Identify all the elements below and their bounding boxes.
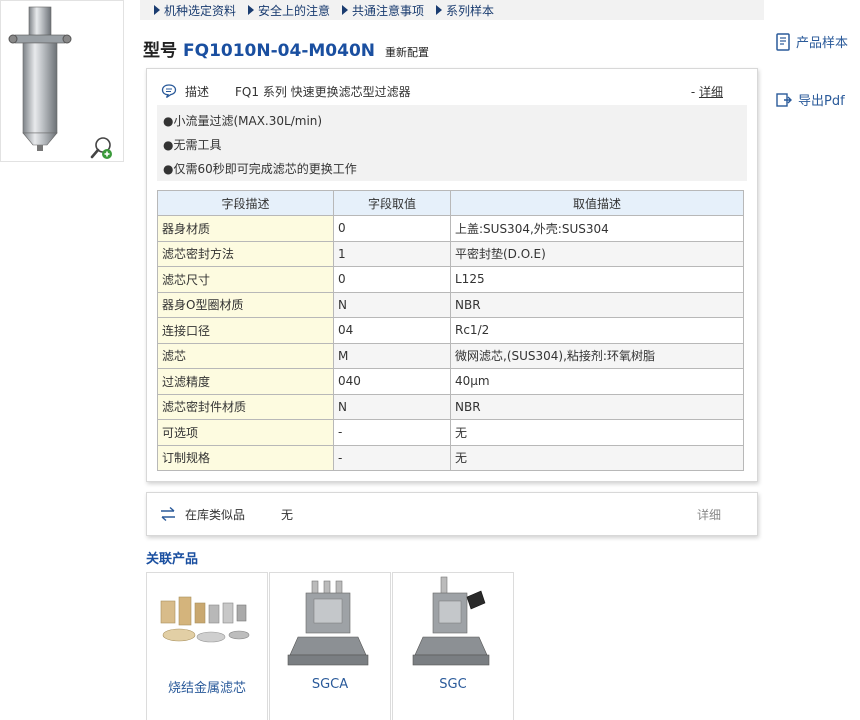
triangle-right-icon: [248, 5, 255, 15]
triangle-right-icon: [342, 5, 349, 15]
description-header: 描述 FQ1 系列 快速更换滤芯型过滤器 - 详细: [161, 81, 743, 101]
table-row: 器身材质 0 上盖:SUS304,外壳:SUS304: [157, 215, 744, 242]
row-description: 上盖:SUS304,外壳:SUS304: [450, 215, 744, 242]
row-description: 无: [450, 444, 744, 471]
related-product-caption: SGCA: [311, 677, 349, 692]
row-description: NBR: [450, 291, 744, 318]
row-description: 微网滤芯,(SUS304),粘接剂:环氧树脂: [450, 342, 744, 369]
related-products-list: 烧结金属滤芯 SGCA SGC: [146, 572, 514, 720]
row-description: Rc1/2: [450, 317, 744, 344]
row-description: 平密封垫(D.O.E): [450, 240, 744, 267]
description-panel: 描述 FQ1 系列 快速更换滤芯型过滤器 - 详细 ●小流量过滤(MAX.30L…: [146, 68, 758, 482]
row-field: 器身材质: [157, 215, 334, 242]
related-product-card[interactable]: SGC: [392, 572, 514, 720]
row-field: 订制规格: [157, 444, 334, 471]
row-description: L125: [450, 266, 744, 293]
model-label: 型号: [143, 41, 177, 61]
row-value: -: [333, 444, 451, 471]
feature-item: ●仅需60秒即可完成滤芯的更换工作: [163, 162, 357, 176]
sgca-valve-illustration: [287, 580, 369, 666]
feature-item: ●无需工具: [163, 138, 222, 152]
catalog-book-icon: [776, 32, 790, 51]
table-row: 器身O型圈材质 N NBR: [157, 291, 744, 318]
zoom-icon[interactable]: [89, 135, 115, 161]
row-value: 040: [333, 368, 451, 395]
triangle-right-icon: [436, 5, 443, 15]
product-catalog-link[interactable]: 产品样本: [776, 32, 848, 51]
row-field: 器身O型圈材质: [157, 291, 334, 318]
table-row: 连接口径 04 Rc1/2: [157, 317, 744, 344]
description-detail-link[interactable]: - 详细: [691, 83, 723, 100]
description-summary: FQ1 系列 快速更换滤芯型过滤器: [235, 84, 411, 99]
exchange-arrows-icon: [161, 506, 175, 522]
nav-item-selection-data[interactable]: 机种选定资料: [154, 2, 236, 19]
feature-item: ●小流量过滤(MAX.30L/min): [163, 114, 323, 128]
related-product-caption: SGC: [439, 677, 467, 692]
row-field: 过滤精度: [157, 368, 334, 395]
stock-label: 在库类似品: [185, 507, 246, 522]
reconfigure-link[interactable]: 重新配置: [385, 44, 429, 60]
description-label: 描述: [185, 84, 210, 99]
row-value: 1: [333, 240, 451, 267]
model-heading: 型号 FQ1010N-04-M040N 重新配置: [143, 36, 429, 61]
row-field: 滤芯尺寸: [157, 266, 334, 293]
row-field: 滤芯: [157, 342, 334, 369]
table-row: 可选项 - 无: [157, 419, 744, 446]
related-product-caption: 烧结金属滤芯: [167, 681, 246, 696]
stock-similar-panel: 在库类似品 无 详细: [146, 492, 758, 536]
table-row: 订制规格 - 无: [157, 444, 744, 471]
row-value: N: [333, 393, 451, 420]
nav-item-series-catalog[interactable]: 系列样本: [436, 2, 494, 19]
row-field: 滤芯密封方法: [157, 240, 334, 267]
table-row: 滤芯密封方法 1 平密封垫(D.O.E): [157, 240, 744, 267]
sgc-valve-illustration: [412, 576, 490, 666]
related-product-card[interactable]: SGCA: [269, 572, 391, 720]
header-field-description: 字段描述: [157, 190, 334, 216]
row-field: 连接口径: [157, 317, 334, 344]
row-value: N: [333, 291, 451, 318]
row-value: 04: [333, 317, 451, 344]
stock-detail-link[interactable]: 详细: [697, 506, 721, 523]
row-description: 无: [450, 419, 744, 446]
row-value: 0: [333, 266, 451, 293]
spec-table: 字段描述 字段取值 取值描述 器身材质 0 上盖:SUS304,外壳:SUS30…: [157, 190, 744, 471]
sintered-filter-illustration: [160, 596, 250, 643]
table-row: 滤芯密封件材质 N NBR: [157, 393, 744, 420]
row-description: 40μm: [450, 368, 744, 395]
export-pdf-link[interactable]: 导出Pdf: [776, 90, 845, 109]
row-description: NBR: [450, 393, 744, 420]
triangle-right-icon: [154, 5, 160, 15]
row-value: 0: [333, 215, 451, 242]
row-value: M: [333, 342, 451, 369]
spec-table-header: 字段描述 字段取值 取值描述: [157, 190, 744, 216]
feature-list: ●小流量过滤(MAX.30L/min) ●无需工具 ●仅需60秒即可完成滤芯的更…: [157, 105, 747, 181]
header-field-value: 字段取值: [333, 190, 451, 216]
row-field: 滤芯密封件材质: [157, 393, 334, 420]
table-row: 过滤精度 040 40μm: [157, 368, 744, 395]
row-field: 可选项: [157, 419, 334, 446]
row-value: -: [333, 419, 451, 446]
related-products-title: 关联产品: [146, 552, 199, 567]
model-code: FQ1010N-04-M040N: [183, 41, 376, 61]
table-row: 滤芯尺寸 0 L125: [157, 266, 744, 293]
export-pdf-icon: [776, 92, 792, 107]
header-value-description: 取值描述: [450, 190, 744, 216]
table-row: 滤芯 M 微网滤芯,(SUS304),粘接剂:环氧树脂: [157, 342, 744, 369]
stock-value: 无: [281, 507, 294, 522]
product-image: [0, 0, 124, 162]
nav-item-safety-notes[interactable]: 安全上的注意: [248, 2, 330, 19]
related-product-card[interactable]: 烧结金属滤芯: [146, 572, 268, 720]
speech-bubble-icon: [161, 84, 177, 99]
nav-item-common-notes[interactable]: 共通注意事项: [342, 2, 424, 19]
top-navigation: 机种选定资料 安全上的注意 共通注意事项 系列样本: [140, 0, 764, 20]
